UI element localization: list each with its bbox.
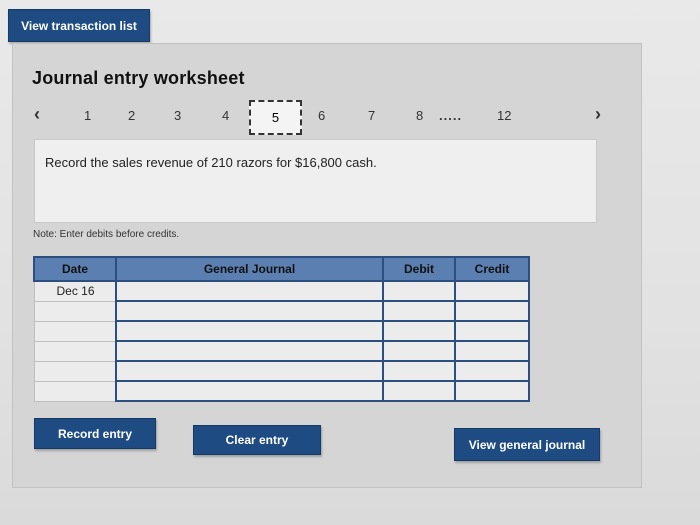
table-row: [33, 380, 530, 402]
header-credit: Credit: [454, 256, 530, 282]
step-5-current[interactable]: 5: [249, 100, 302, 135]
credit-input[interactable]: [454, 380, 530, 402]
account-input[interactable]: [115, 280, 384, 302]
chevron-right-icon[interactable]: ›: [595, 104, 601, 125]
instruction-text: Record the sales revenue of 210 razors f…: [45, 155, 377, 170]
account-input[interactable]: [115, 320, 384, 342]
journal-table: Date General Journal Debit Credit Dec 16: [33, 256, 530, 402]
date-cell: [33, 360, 117, 382]
date-cell: [33, 380, 117, 402]
account-input[interactable]: [115, 380, 384, 402]
step-navigation: ‹ 1 2 3 4 5 6 7 8 ..... 12 ›: [32, 100, 612, 135]
chevron-left-icon[interactable]: ‹: [34, 104, 40, 125]
credit-input[interactable]: [454, 320, 530, 342]
step-7[interactable]: 7: [368, 108, 375, 123]
header-date: Date: [33, 256, 117, 282]
header-debit: Debit: [382, 256, 456, 282]
date-cell: [33, 300, 117, 322]
debit-input[interactable]: [382, 280, 456, 302]
clear-entry-button[interactable]: Clear entry: [193, 425, 321, 455]
debit-input[interactable]: [382, 340, 456, 362]
date-cell: Dec 16: [33, 280, 117, 302]
step-12[interactable]: 12: [497, 108, 511, 123]
date-cell: [33, 320, 117, 342]
debit-input[interactable]: [382, 320, 456, 342]
account-input[interactable]: [115, 300, 384, 322]
step-6[interactable]: 6: [318, 108, 325, 123]
table-row: [33, 320, 530, 342]
step-1[interactable]: 1: [84, 108, 91, 123]
account-input[interactable]: [115, 340, 384, 362]
table-row: [33, 300, 530, 322]
note-text: Note: Enter debits before credits.: [33, 229, 180, 240]
view-transaction-list-button[interactable]: View transaction list: [8, 9, 150, 42]
credit-input[interactable]: [454, 340, 530, 362]
instruction-box: Record the sales revenue of 210 razors f…: [34, 139, 597, 223]
record-entry-button[interactable]: Record entry: [34, 418, 156, 449]
debit-input[interactable]: [382, 380, 456, 402]
step-8[interactable]: 8: [416, 108, 423, 123]
credit-input[interactable]: [454, 300, 530, 322]
table-row: [33, 340, 530, 362]
credit-input[interactable]: [454, 360, 530, 382]
steps-ellipsis: .....: [439, 108, 463, 123]
account-input[interactable]: [115, 360, 384, 382]
table-row: [33, 360, 530, 382]
header-general-journal: General Journal: [115, 256, 384, 282]
debit-input[interactable]: [382, 360, 456, 382]
view-general-journal-button[interactable]: View general journal: [454, 428, 600, 461]
step-3[interactable]: 3: [174, 108, 181, 123]
step-4[interactable]: 4: [222, 108, 229, 123]
step-2[interactable]: 2: [128, 108, 135, 123]
debit-input[interactable]: [382, 300, 456, 322]
date-cell: [33, 340, 117, 362]
credit-input[interactable]: [454, 280, 530, 302]
worksheet-title: Journal entry worksheet: [32, 68, 245, 88]
table-row: Dec 16: [33, 280, 530, 302]
